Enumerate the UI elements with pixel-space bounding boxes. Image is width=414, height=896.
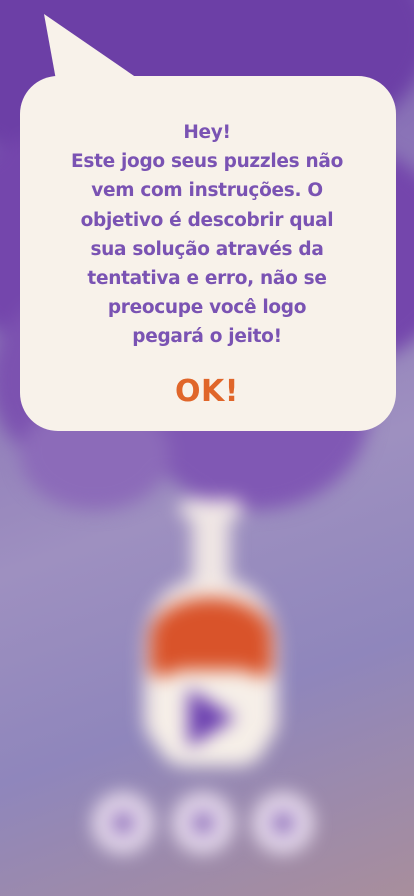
dialog-greeting: Hey!: [183, 122, 231, 143]
dialog-message-line: preocupe você logo: [107, 297, 307, 319]
play-icon: [188, 688, 236, 748]
dialog-message-line: pegará o jeito!: [132, 326, 282, 348]
round-button-icon: [192, 812, 214, 834]
dialog-message-line: Este jogo seus puzzles não: [71, 151, 343, 173]
dialog-message: Hey! Este jogo seus puzzles não vem com …: [34, 118, 380, 352]
potion-liquid: [150, 598, 272, 676]
dialog-message-line: vem com instruções. O: [91, 180, 323, 202]
dialog-message-line: objetivo é descobrir qual: [80, 209, 334, 231]
round-button-icon: [272, 812, 294, 834]
dialog-message-line: sua solução através da: [90, 238, 324, 260]
dialog-message-line: tentativa e erro, não se: [87, 268, 327, 290]
round-button-icon: [112, 812, 134, 834]
ok-button[interactable]: OK!: [157, 368, 257, 414]
